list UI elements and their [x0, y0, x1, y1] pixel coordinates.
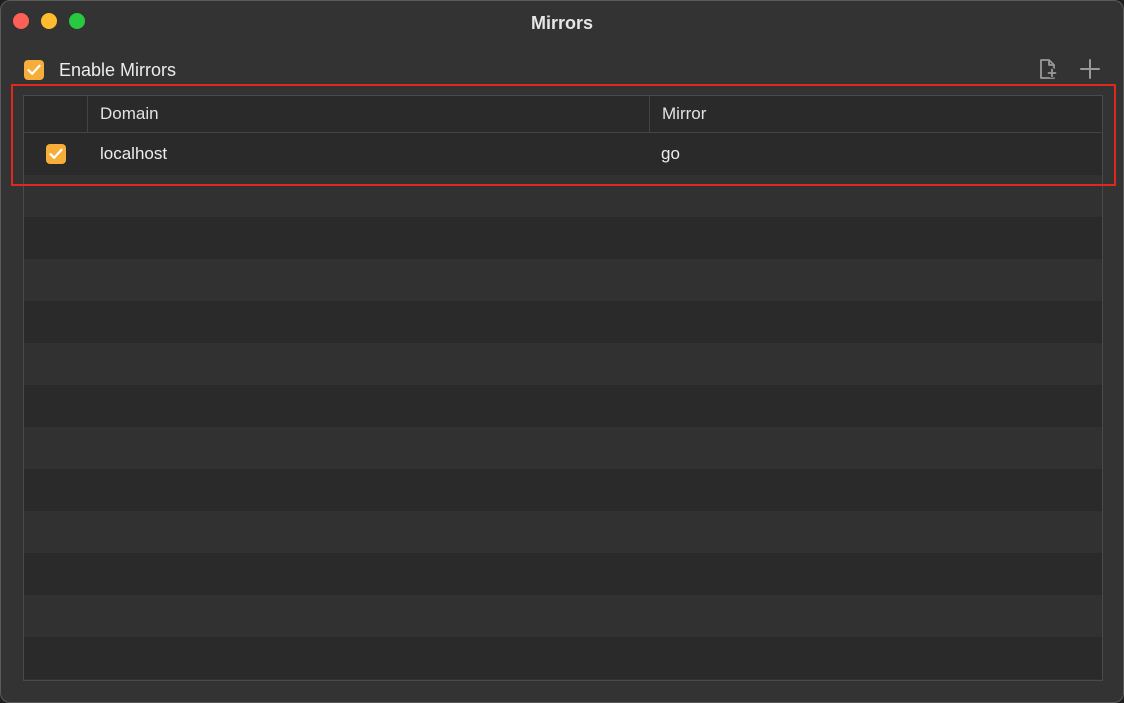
enable-mirrors-row[interactable]: Enable Mirrors — [24, 58, 176, 82]
titlebar: Mirrors — [1, 1, 1123, 45]
empty-table-row — [24, 385, 1102, 427]
empty-table-row — [24, 343, 1102, 385]
empty-table-row — [24, 469, 1102, 511]
table-header: Domain Mirror — [24, 96, 1102, 133]
mirrors-window: Mirrors Enable Mirrors Domain Mirror loc… — [0, 0, 1124, 703]
window-title: Mirrors — [530, 13, 593, 33]
empty-table-row — [24, 679, 1102, 680]
enable-mirrors-label: Enable Mirrors — [59, 59, 177, 80]
add-mirror-button[interactable] — [1078, 57, 1102, 81]
empty-table-row — [24, 217, 1102, 259]
empty-table-row — [24, 553, 1102, 595]
row-domain-cell[interactable]: localhost — [100, 133, 167, 175]
table-row[interactable]: localhost go — [24, 133, 1102, 175]
column-header-enabled[interactable] — [24, 96, 88, 132]
empty-table-row — [24, 301, 1102, 343]
checkmark-icon — [27, 64, 41, 75]
empty-table-row — [24, 511, 1102, 553]
new-document-button[interactable] — [1036, 57, 1060, 81]
empty-table-row — [24, 637, 1102, 679]
empty-table-row — [24, 259, 1102, 301]
checkmark-icon — [49, 148, 63, 159]
plus-icon — [1080, 59, 1100, 79]
new-document-icon — [1040, 59, 1057, 79]
empty-table-row — [24, 175, 1102, 217]
column-header-domain[interactable]: Domain — [88, 96, 650, 132]
row-enabled-checkbox[interactable] — [46, 144, 66, 164]
empty-table-row — [24, 595, 1102, 637]
row-mirror-cell[interactable]: go — [661, 133, 680, 175]
enable-mirrors-checkbox[interactable] — [24, 60, 44, 80]
empty-table-row — [24, 427, 1102, 469]
mirrors-table: Domain Mirror localhost go — [23, 95, 1103, 681]
column-header-mirror[interactable]: Mirror — [650, 96, 1102, 132]
